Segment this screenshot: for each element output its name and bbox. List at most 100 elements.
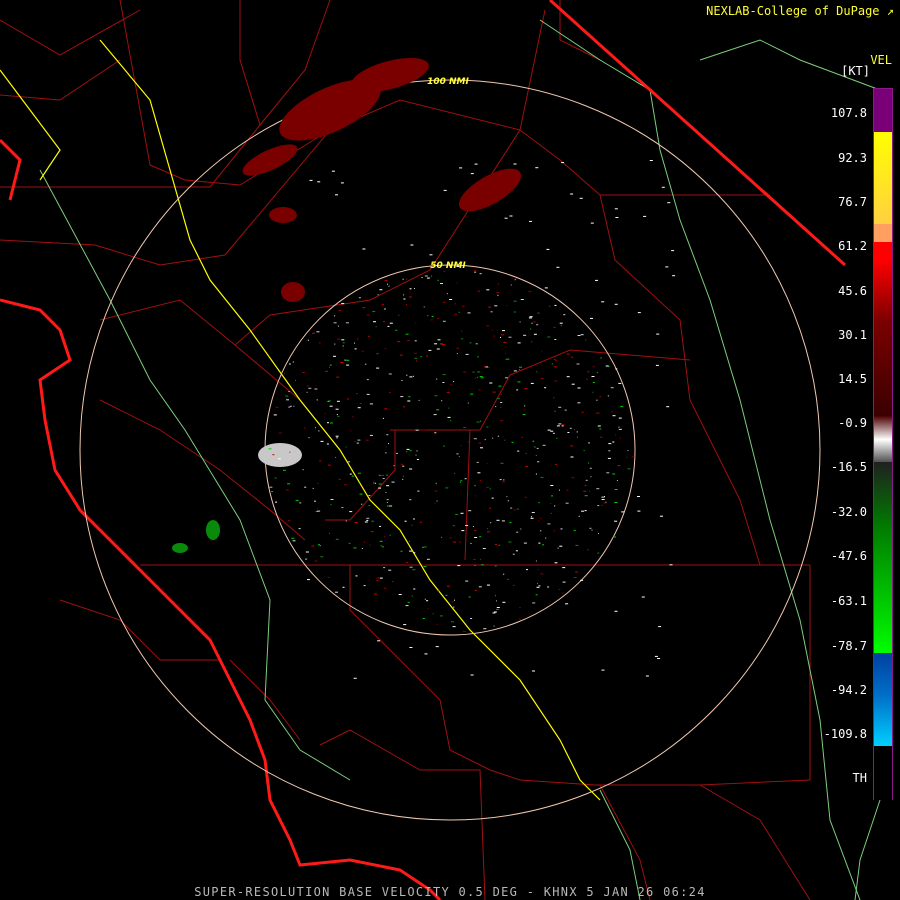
clutter-pixel (498, 385, 502, 387)
radar-map[interactable]: 100 NMI 50 NMI (0, 0, 900, 900)
clutter-pixel (376, 367, 380, 369)
clutter-pixel (291, 537, 295, 539)
clutter-pixel (476, 421, 480, 423)
clutter-pixel (402, 476, 404, 477)
clutter-pixel (671, 250, 675, 252)
clutter-pixel (479, 536, 482, 538)
clutter-pixel (336, 400, 340, 402)
clutter-pixel (450, 420, 452, 422)
clutter-pixel (387, 325, 390, 327)
clutter-pixel (305, 551, 309, 553)
clutter-pixel (333, 322, 337, 324)
clutter-pixel (437, 317, 440, 319)
clutter-pixel (409, 499, 412, 501)
clutter-pixel (408, 296, 412, 298)
clutter-pixel (289, 451, 291, 453)
clutter-pixel (584, 485, 587, 487)
clutter-pixel (465, 580, 469, 582)
clutter-pixel (361, 350, 364, 352)
clutter-pixel (407, 601, 410, 603)
clutter-pixel (561, 424, 565, 425)
clutter-pixel (417, 490, 420, 492)
clutter-pixel (381, 546, 384, 548)
clutter-pixel (535, 454, 537, 456)
clutter-pixel (498, 283, 500, 285)
clutter-pixel (618, 382, 622, 384)
clutter-pixel (388, 443, 389, 445)
clutter-pixel (456, 453, 459, 455)
clutter-pixel (517, 381, 521, 383)
clutter-pixel (271, 491, 274, 493)
clutter-pixel (538, 520, 540, 522)
legend-tick-label: -78.7 (830, 639, 867, 653)
clutter-pixel (292, 361, 294, 363)
clutter-pixel (550, 430, 554, 432)
clutter-pixel (413, 552, 416, 554)
clutter-pixel (637, 312, 641, 314)
clutter-pixel (562, 592, 564, 594)
clutter-pixel (385, 492, 387, 493)
clutter-pixel (500, 336, 501, 338)
clutter-pixel (354, 522, 358, 524)
clutter-pixel (503, 479, 505, 481)
clutter-pixel (330, 504, 332, 506)
clutter-pixel (612, 441, 615, 443)
clutter-pixel (415, 322, 417, 324)
clutter-pixel (505, 352, 507, 354)
clutter-pixel (410, 244, 414, 246)
clutter-pixel (614, 610, 618, 612)
clutter-pixel (567, 432, 570, 433)
clutter-pixel (433, 433, 437, 435)
clutter-pixel (412, 569, 416, 571)
clutter-pixel (365, 363, 367, 365)
clutter-pixel (556, 437, 558, 439)
clutter-pixel (480, 420, 481, 422)
clutter-pixel (335, 538, 339, 540)
clutter-pixel (288, 520, 291, 522)
clutter-pixel (409, 450, 412, 452)
clutter-pixel (411, 524, 414, 526)
clutter-pixel (275, 501, 277, 503)
clutter-pixel (500, 402, 503, 403)
clutter-pixel (379, 289, 383, 291)
clutter-pixel (513, 311, 516, 313)
clutter-pixel (576, 431, 578, 433)
clutter-pixel (595, 279, 598, 281)
clutter-pixel (587, 371, 590, 373)
clutter-pixel (529, 220, 532, 222)
clutter-pixel (553, 397, 555, 399)
clutter-pixel (452, 525, 455, 527)
clutter-pixel (600, 357, 602, 359)
clutter-pixel (372, 310, 376, 312)
clutter-pixel (357, 439, 361, 441)
clutter-pixel (540, 530, 542, 532)
clutter-pixel (341, 507, 344, 509)
clutter-pixel (335, 456, 337, 458)
clutter-pixel (584, 495, 588, 497)
clutter-pixel (311, 545, 315, 547)
clutter-pixel (554, 505, 556, 507)
clutter-pixel (649, 160, 653, 161)
clutter-pixel (375, 326, 377, 328)
ground-clutter (268, 160, 676, 679)
clutter-pixel (583, 450, 585, 452)
clutter-pixel (604, 496, 605, 498)
clutter-pixel (510, 507, 513, 509)
clutter-pixel (335, 435, 339, 437)
clutter-pixel (357, 407, 361, 409)
clutter-pixel (388, 285, 390, 287)
clutter-pixel (570, 445, 574, 447)
clutter-pixel (409, 540, 411, 542)
legend-color-segment (874, 89, 892, 132)
clutter-pixel (371, 520, 375, 522)
clutter-pixel (667, 202, 671, 204)
clutter-pixel (398, 314, 400, 316)
clutter-pixel (305, 558, 308, 560)
clutter-pixel (443, 270, 446, 272)
clutter-pixel (672, 275, 676, 277)
clutter-pixel (509, 522, 512, 523)
credit-label[interactable]: NEXLAB-College of DuPage ↗ (706, 4, 894, 18)
clutter-pixel (532, 321, 536, 323)
clutter-pixel (441, 344, 445, 345)
clutter-pixel (361, 548, 363, 549)
